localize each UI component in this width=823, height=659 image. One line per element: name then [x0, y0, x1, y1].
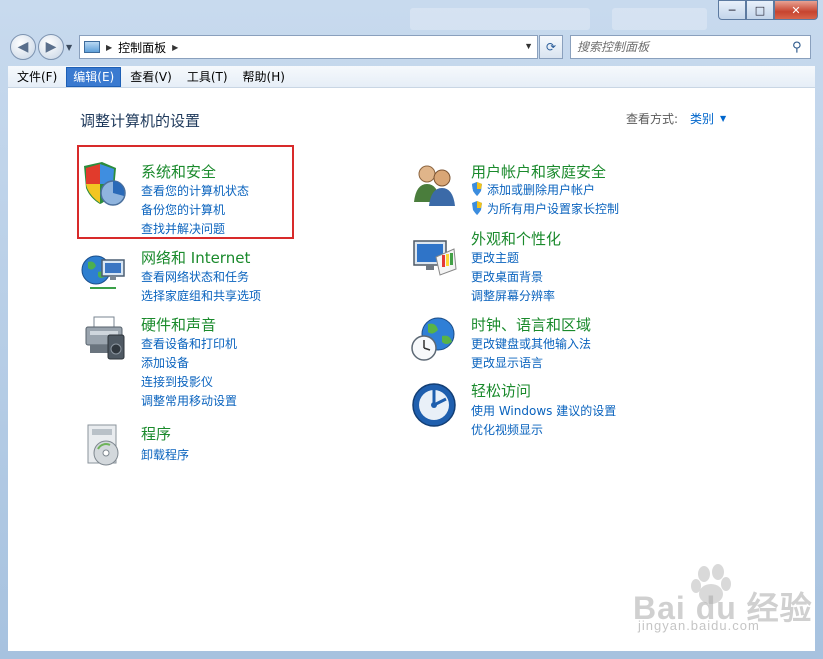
- ease-of-access-icon[interactable]: [410, 381, 458, 429]
- menu-view[interactable]: 查看(V): [124, 67, 178, 87]
- maximize-button[interactable]: □: [746, 0, 774, 20]
- globe-clock-icon[interactable]: [410, 316, 458, 364]
- minimize-button[interactable]: ─: [718, 0, 746, 20]
- title-bar: ─ □ ✕: [0, 0, 823, 30]
- link-optimize-display[interactable]: 优化视频显示: [471, 421, 543, 438]
- link-mobility-settings[interactable]: 调整常用移动设置: [141, 392, 237, 409]
- window-controls: ─ □ ✕: [718, 0, 818, 20]
- category-title[interactable]: 硬件和声音: [141, 314, 216, 335]
- menu-bar: 文件(F) 编辑(E) 查看(V) 工具(T) 帮助(H): [8, 66, 815, 88]
- link-add-remove-users[interactable]: 添加或删除用户帐户: [471, 181, 595, 198]
- refresh-button[interactable]: ⟳: [539, 35, 563, 59]
- view-by-arrow-icon[interactable]: ▼: [720, 114, 726, 123]
- link-connect-projector[interactable]: 连接到投影仪: [141, 373, 213, 390]
- breadcrumb-arrow-icon[interactable]: ▶: [172, 43, 178, 52]
- red-highlight-box: [77, 145, 294, 239]
- background-taskbar-glow: [612, 8, 707, 30]
- control-panel-window: ─ □ ✕ ◀ ▶ ▼ ▶ 控制面板 ▶ ▼ ⟳ ⚲ 文件(F) 编辑(E) 查…: [0, 0, 823, 659]
- link-change-theme[interactable]: 更改主题: [471, 249, 519, 266]
- link-desktop-background[interactable]: 更改桌面背景: [471, 268, 543, 285]
- uac-shield-icon: [472, 201, 482, 215]
- link-network-status[interactable]: 查看网络状态和任务: [141, 268, 249, 285]
- monitor-palette-icon[interactable]: [410, 235, 458, 283]
- breadcrumb-arrow-icon[interactable]: ▶: [106, 43, 112, 52]
- close-button[interactable]: ✕: [774, 0, 818, 20]
- link-parental-controls[interactable]: 为所有用户设置家长控制: [471, 200, 619, 217]
- link-devices-printers[interactable]: 查看设备和打印机: [141, 335, 237, 352]
- link-homegroup-sharing[interactable]: 选择家庭组和共享选项: [141, 287, 261, 304]
- menu-help[interactable]: 帮助(H): [237, 67, 291, 87]
- control-panel-icon: [84, 41, 100, 53]
- category-title[interactable]: 程序: [141, 423, 171, 444]
- link-add-device[interactable]: 添加设备: [141, 354, 189, 371]
- uac-shield-icon: [472, 182, 482, 196]
- category-title[interactable]: 外观和个性化: [471, 228, 561, 249]
- background-taskbar-glow: [410, 8, 590, 30]
- menu-edit[interactable]: 编辑(E): [66, 66, 122, 87]
- link-label[interactable]: 为所有用户设置家长控制: [487, 202, 619, 216]
- search-input[interactable]: [577, 40, 792, 54]
- view-by-dropdown[interactable]: 类别: [690, 110, 714, 127]
- address-bar[interactable]: ▶ 控制面板 ▶ ▼: [79, 35, 538, 59]
- category-title[interactable]: 网络和 Internet: [141, 247, 250, 268]
- link-label[interactable]: 添加或删除用户帐户: [487, 183, 595, 197]
- link-windows-suggested-settings[interactable]: 使用 Windows 建议的设置: [471, 402, 616, 419]
- address-dropdown-icon[interactable]: ▼: [524, 41, 533, 51]
- forward-button[interactable]: ▶: [38, 34, 64, 60]
- globe-network-icon[interactable]: [80, 250, 128, 298]
- breadcrumb-control-panel[interactable]: 控制面板: [118, 39, 166, 56]
- users-icon[interactable]: [410, 160, 458, 208]
- menu-file[interactable]: 文件(F): [11, 67, 63, 87]
- printer-icon[interactable]: [80, 315, 128, 363]
- category-title[interactable]: 轻松访问: [471, 380, 531, 401]
- category-title[interactable]: 时钟、语言和区域: [471, 314, 591, 335]
- link-uninstall-program[interactable]: 卸载程序: [141, 446, 189, 463]
- navigation-bar: ◀ ▶ ▼ ▶ 控制面板 ▶ ▼ ⟳ ⚲: [0, 30, 823, 64]
- recent-pages-dropdown-icon[interactable]: ▼: [66, 43, 72, 52]
- programs-disc-icon[interactable]: [80, 421, 128, 469]
- watermark-url: jingyan.baidu.com: [638, 618, 760, 633]
- search-icon[interactable]: ⚲: [792, 40, 810, 55]
- back-button[interactable]: ◀: [10, 34, 36, 60]
- link-screen-resolution[interactable]: 调整屏幕分辨率: [471, 287, 555, 304]
- link-keyboard-input[interactable]: 更改键盘或其他输入法: [471, 335, 591, 352]
- view-by-label: 查看方式:: [626, 112, 679, 126]
- search-box[interactable]: ⚲: [570, 35, 811, 59]
- link-display-language[interactable]: 更改显示语言: [471, 354, 543, 371]
- menu-tools[interactable]: 工具(T): [181, 67, 234, 87]
- category-title[interactable]: 用户帐户和家庭安全: [471, 161, 606, 182]
- page-title: 调整计算机的设置: [80, 112, 201, 130]
